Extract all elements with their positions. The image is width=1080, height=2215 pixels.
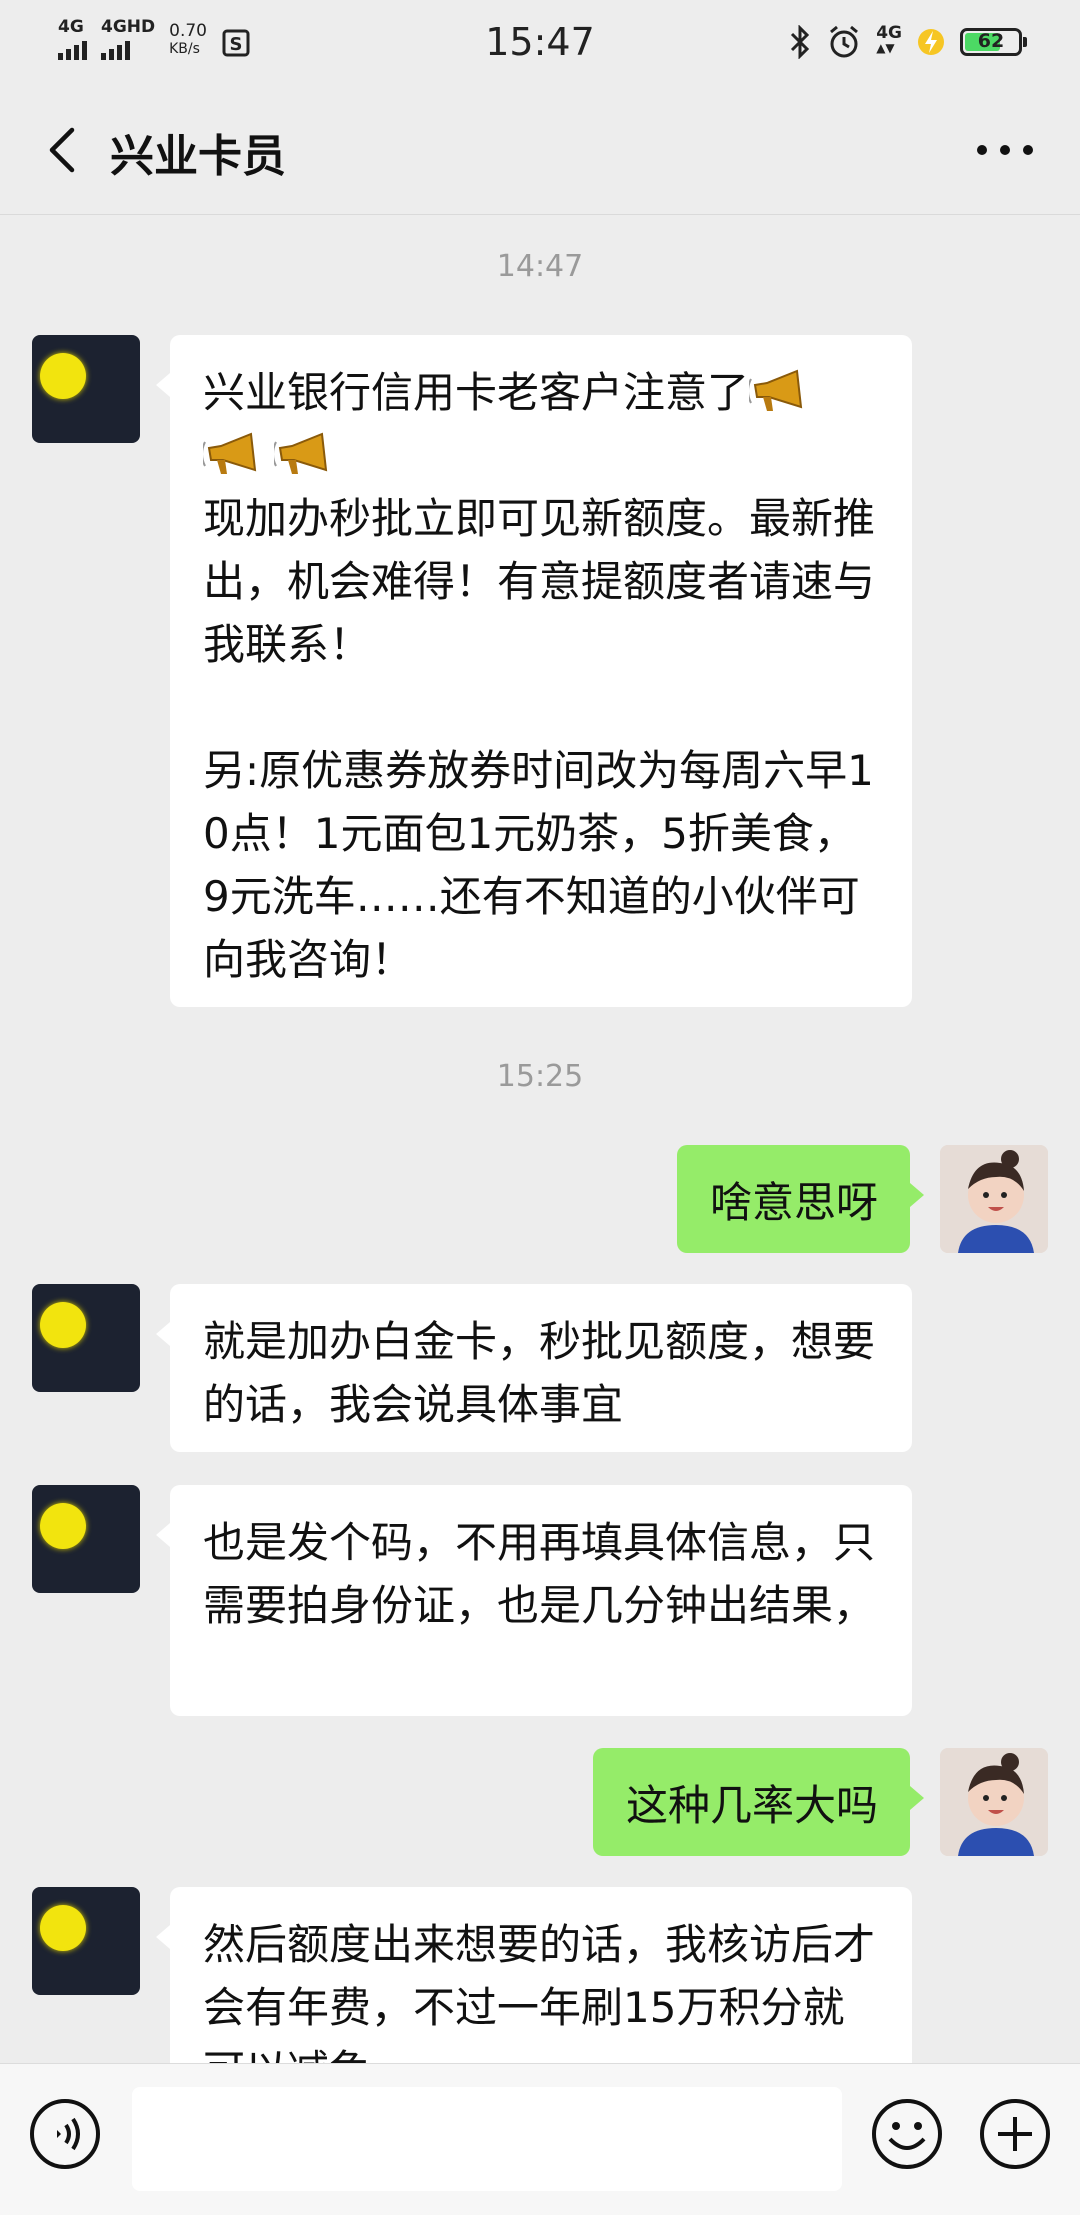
back-chevron-icon[interactable]: [38, 122, 94, 178]
message-text: 兴业银行信用卡老客户注意了: [203, 368, 750, 417]
alarm-icon: [830, 25, 859, 58]
avatar-photo: [940, 1145, 1048, 1253]
emoji-icon[interactable]: [870, 2097, 944, 2171]
message-text: 就是加办白金卡，秒批见额度，想要的话，我会说具体事宜: [203, 1317, 876, 1429]
network-type-icon: 4G ▲▼: [876, 23, 902, 55]
message-incoming[interactable]: 兴业银行信用卡老客户注意了 现加办秒批立即可见新额度。最新推出，机会难得！有意提…: [156, 335, 912, 1007]
status-bar-right: 4G ▲▼ 62: [788, 18, 1027, 66]
status-bar: 4G 4GHD 0.70 KB/s S 15:47 4G ▲▼ 62: [0, 0, 1080, 84]
avatar-self[interactable]: [940, 1748, 1048, 1856]
battery-level: 62: [977, 30, 1005, 52]
more-dots-icon[interactable]: [970, 132, 1040, 168]
timestamp: 14:47: [496, 249, 584, 284]
avatar-photo: [940, 1748, 1048, 1856]
avatar-contact[interactable]: [32, 1284, 140, 1392]
avatar-contact[interactable]: [32, 335, 140, 443]
message-list[interactable]: 14:47 兴业银行信用卡老客户注意了 现加办秒批立即可见新额度。最新推出，机会…: [0, 215, 1080, 2063]
message-text: 这种几率大吗: [625, 1781, 878, 1830]
input-bar: [0, 2063, 1080, 2215]
message-text: 现加办秒批立即可见新额度。最新推出，机会难得！有意提额度者请速与我联系！ 另:原…: [203, 494, 876, 984]
network-type-label: 4G: [876, 23, 902, 43]
message-input[interactable]: [132, 2087, 842, 2191]
message-text: 也是发个码，不用再填具体信息，只需要拍身份证，也是几分钟出结果，: [203, 1518, 876, 1630]
message-text: 啥意思呀: [709, 1178, 878, 1227]
megaphone-icon: [274, 432, 328, 474]
message-incoming[interactable]: 然后额度出来想要的话，我核访后才会有年费，不过一年刷15万积分就可以减免: [156, 1887, 912, 2063]
megaphone-icon: [749, 369, 803, 411]
message-text: 然后额度出来想要的话，我核访后才会有年费，不过一年刷15万积分就可以减免: [203, 1920, 876, 2063]
bluetooth-icon: [791, 25, 810, 59]
voice-icon[interactable]: [28, 2097, 102, 2171]
megaphone-icon: [203, 432, 257, 474]
chat-title: 兴业卡员: [110, 131, 286, 182]
message-outgoing[interactable]: 啥意思呀: [676, 1145, 925, 1253]
battery-icon: 62: [960, 28, 1027, 56]
timestamp: 15:25: [496, 1059, 584, 1094]
avatar-self[interactable]: [940, 1145, 1048, 1253]
charging-icon: [918, 29, 944, 55]
message-incoming[interactable]: 也是发个码，不用再填具体信息，只需要拍身份证，也是几分钟出结果，: [156, 1485, 912, 1716]
add-icon[interactable]: [978, 2097, 1052, 2171]
chat-header: 兴业卡员: [0, 84, 1080, 215]
avatar-contact[interactable]: [32, 1887, 140, 1995]
message-incoming[interactable]: 就是加办白金卡，秒批见额度，想要的话，我会说具体事宜: [156, 1284, 912, 1452]
avatar-contact[interactable]: [32, 1485, 140, 1593]
message-outgoing[interactable]: 这种几率大吗: [592, 1748, 925, 1856]
